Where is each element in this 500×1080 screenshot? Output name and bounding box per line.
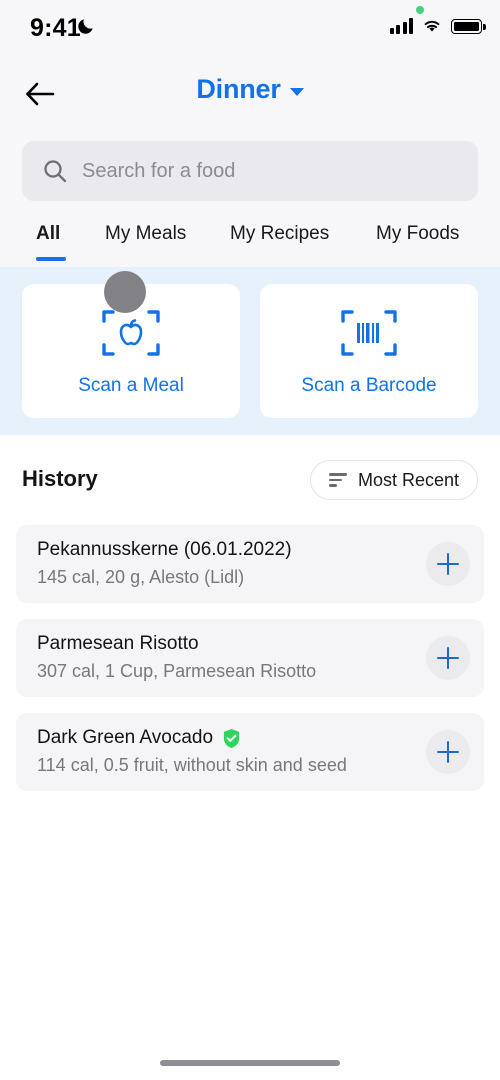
plus-icon-vertical [446, 647, 450, 669]
food-name-line: Parmesean Risotto [37, 633, 199, 655]
search-input[interactable]: Search for a food [22, 141, 478, 201]
food-name: Pekannusskerne (06.01.2022) [37, 539, 292, 560]
food-name: Parmesean Risotto [37, 633, 199, 654]
plus-icon-vertical [446, 741, 450, 763]
scan-a-barcode-card[interactable]: Scan a Barcode [260, 284, 478, 418]
history-list: Pekannusskerne (06.01.2022) 145 cal, 20 … [0, 525, 500, 807]
tab-all[interactable]: All [36, 223, 60, 245]
add-food-button[interactable] [426, 542, 470, 586]
plus-icon-vertical [446, 553, 450, 575]
history-header: History Most Recent [0, 435, 500, 525]
scan-shortcuts: Scan a Meal Scan a Barcode [0, 267, 500, 435]
scan-barcode-icon [341, 310, 397, 356]
add-food-button[interactable] [426, 730, 470, 774]
crescent-moon-icon [78, 19, 93, 34]
food-details: 114 cal, 0.5 fruit, without skin and see… [37, 755, 347, 775]
tab-my-foods[interactable]: My Foods [376, 223, 459, 245]
scan-a-meal-label: Scan a Meal [78, 375, 184, 396]
history-title: History [22, 466, 98, 491]
food-details: 307 cal, 1 Cup, Parmesean Risotto [37, 661, 317, 681]
food-name-line: Dark Green Avocado [37, 727, 241, 749]
navigation-bar: Dinner [0, 58, 500, 133]
active-tab-indicator [36, 257, 66, 261]
page-title: Dinner [196, 74, 281, 104]
wifi-icon [424, 20, 440, 32]
touch-cursor-indicator [104, 271, 146, 313]
search-placeholder: Search for a food [82, 159, 236, 182]
add-food-button[interactable] [426, 636, 470, 680]
app-screen: 9:41 Dinner Search for a food All My Mea… [0, 0, 500, 1080]
food-name: Dark Green Avocado [37, 727, 214, 748]
status-time: 9:41 [30, 14, 81, 42]
status-bar: 9:41 [0, 0, 500, 58]
green-privacy-dot [416, 6, 424, 14]
search-area: Search for a food [0, 133, 500, 211]
table-row[interactable]: Pekannusskerne (06.01.2022) 145 cal, 20 … [16, 525, 484, 603]
home-indicator [160, 1060, 340, 1066]
tab-my-recipes[interactable]: My Recipes [230, 223, 329, 245]
verified-shield-icon [223, 728, 240, 748]
tab-bar: All My Meals My Recipes My Foods [0, 211, 500, 267]
sort-icon [328, 473, 347, 487]
table-row[interactable]: Parmesean Risotto 307 cal, 1 Cup, Parmes… [16, 619, 484, 697]
sort-button[interactable]: Most Recent [309, 460, 478, 500]
search-icon [44, 160, 67, 183]
food-details: 145 cal, 20 g, Alesto (Lidl) [37, 567, 245, 587]
table-row[interactable]: Dark Green Avocado 114 cal, 0.5 fruit, w… [16, 713, 484, 791]
chevron-down-icon [289, 88, 304, 96]
sort-label: Most Recent [357, 469, 459, 490]
battery-icon [451, 19, 486, 34]
meal-selector[interactable]: Dinner [0, 74, 500, 105]
cellular-signal-icon [389, 18, 413, 34]
tab-my-meals[interactable]: My Meals [105, 223, 186, 245]
food-name-line: Pekannusskerne (06.01.2022) [37, 539, 292, 561]
scan-a-barcode-label: Scan a Barcode [301, 375, 437, 396]
status-icons [389, 18, 486, 34]
scan-apple-icon [102, 310, 160, 356]
